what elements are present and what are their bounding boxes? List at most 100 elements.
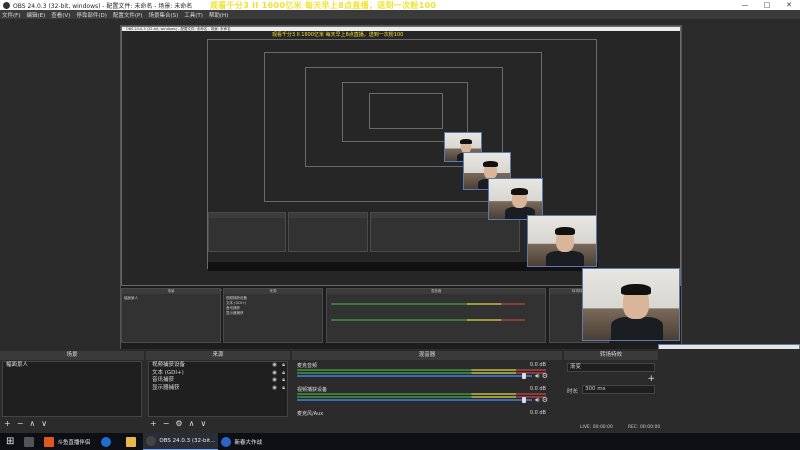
mixer-controls: 🔊︎ ⚙ [535, 372, 548, 381]
track-db: 0.0 dB [529, 362, 546, 368]
add-transition-button[interactable]: + [647, 374, 655, 384]
volume-meter [297, 393, 546, 395]
source-label: 显示器捕获 [152, 384, 180, 391]
webcam-thumb-5 [582, 268, 680, 341]
inner-source-2: 音讯捕获 [226, 306, 240, 310]
transition-select[interactable]: 渐变 [567, 363, 655, 372]
webcam-thumb-4 [527, 215, 597, 267]
mini-scenes-panel [208, 212, 286, 252]
taskbar-douyu[interactable]: 斗鱼直播伴侣 [41, 433, 93, 450]
lock-icon[interactable]: 🔒︎ [282, 385, 285, 393]
sources-dock: 来源 视频捕获设备 ◉ 🔒︎ 文本 (GDI+) ◉ 🔒︎ 音讯捕获 ◉ 🔒︎ … [146, 351, 290, 429]
stream-overlay-text: 观看千分3 II 1600亿米 每天早上8点直播，送到一次粉100 [210, 1, 437, 10]
source-item[interactable]: 显示器捕获 ◉ 🔒︎ [149, 385, 287, 393]
douyu-icon [44, 436, 55, 447]
inner-sources-header: 来源 [224, 289, 322, 294]
mixer-controls: 🔊︎ ⚙ [535, 396, 548, 405]
inner-scenes-panel: 场景 幅面景人 [121, 288, 221, 343]
menu-file[interactable]: 文件(F) [2, 11, 20, 19]
scenes-dock: 场景 幅面景人 + − ∧ ∨ [0, 351, 144, 429]
inner-source-3: 显示器捕获 [226, 311, 244, 315]
obs-logo-icon [3, 1, 10, 9]
scenes-toolbar: + − ∧ ∨ [2, 418, 142, 429]
start-button[interactable]: ⊞ [0, 433, 20, 450]
volume-meter [297, 396, 546, 398]
volume-fader[interactable] [297, 375, 532, 377]
eye-icon[interactable]: ◉ [272, 370, 277, 378]
move-scene-up-button[interactable]: ∧ [29, 419, 35, 428]
source-item[interactable]: 文本 (GDI+) ◉ 🔒︎ [149, 370, 287, 378]
taskbar-explorer[interactable] [122, 433, 143, 450]
nested-title: OBS 24.0.3 (32-bit, windows) - 配置文件: 未命名… [126, 27, 231, 31]
taskbar-obs[interactable]: OBS 24.0.3 (32-bit... [143, 433, 219, 450]
track-name: 麦克风/Aux [297, 411, 324, 417]
move-scene-down-button[interactable]: ∨ [41, 419, 47, 428]
obs-icon [146, 436, 157, 446]
taskbar-app-window[interactable] [20, 433, 41, 450]
track-db: 0.0 dB [529, 410, 546, 416]
volume-fader-handle[interactable] [522, 397, 526, 403]
nested-obs-level-1: OBS 24.0.3 (32-bit, windows) - 配置文件: 未命名… [121, 26, 681, 291]
scenes-dock-title: 场景 [0, 351, 144, 360]
source-label: 视频捕获设备 [152, 362, 186, 368]
inner-scenes-header: 场景 [122, 289, 220, 294]
volume-fader-handle[interactable] [522, 373, 526, 379]
mixer-track: 麦克风/Aux 0.0 dB [294, 409, 560, 421]
audio-mixer-dock: 混音器 麦克音频 0.0 dB 🔊︎ ⚙ 视频捕获设备 0.0 dB 🔊︎ ⚙ [292, 351, 562, 429]
move-source-up-button[interactable]: ∧ [189, 419, 195, 428]
menu-scene-collection[interactable]: 场景集合(S) [148, 11, 178, 19]
source-item[interactable]: 视频捕获设备 ◉ 🔒︎ [149, 362, 287, 370]
eye-icon[interactable]: ◉ [272, 362, 277, 370]
gear-icon[interactable]: ⚙ [542, 372, 548, 380]
gear-icon[interactable]: ⚙ [542, 396, 548, 404]
menu-profile[interactable]: 配置文件(P) [113, 11, 143, 19]
menu-view[interactable]: 查看(V) [51, 11, 70, 19]
lock-icon[interactable]: 🔒︎ [282, 370, 285, 378]
live-status: LIVE: 00:00:00 [580, 425, 613, 430]
speaker-icon[interactable]: 🔊︎ [535, 372, 539, 380]
inner-mixer-panel: 混音器 [326, 288, 546, 343]
lock-icon[interactable]: 🔒︎ [282, 362, 285, 370]
sources-dock-title: 来源 [146, 351, 290, 360]
source-label: 音讯捕获 [152, 377, 175, 383]
volume-fader[interactable] [297, 399, 532, 401]
mini-sources-panel [288, 212, 368, 252]
lock-icon[interactable]: 🔒︎ [282, 377, 285, 385]
duration-input[interactable]: 300 ms [582, 385, 655, 394]
remove-scene-button[interactable]: − [17, 419, 24, 428]
add-source-button[interactable]: + [150, 419, 157, 428]
minimize-button[interactable]: — [734, 1, 756, 9]
track-db: 0.0 dB [529, 386, 546, 392]
menu-docks[interactable]: 停靠部件(D) [76, 11, 107, 19]
nested-overlay-text: 观看千分3 II 1600亿米 每天早上8点直播，送到一次粉100 [272, 32, 404, 38]
source-item[interactable]: 音讯捕获 ◉ 🔒︎ [149, 377, 287, 385]
maximize-button[interactable]: □ [756, 1, 778, 9]
move-source-down-button[interactable]: ∨ [200, 419, 206, 428]
remove-source-button[interactable]: − [163, 419, 170, 428]
taskbar-edge[interactable] [93, 433, 122, 450]
menu-tools[interactable]: 工具(T) [184, 11, 203, 19]
volume-meter [297, 369, 546, 371]
nested-obs-level-6 [369, 93, 443, 129]
track-name: 视频捕获设备 [297, 387, 328, 393]
speaker-icon[interactable]: 🔊︎ [535, 396, 539, 404]
eye-icon[interactable]: ◉ [272, 385, 277, 393]
inner-mixer-header: 混音器 [327, 289, 545, 294]
taskbar-new-year[interactable]: 新春大作战 [218, 433, 265, 450]
add-scene-button[interactable]: + [4, 419, 11, 428]
scene-item[interactable]: 幅面景人 [3, 362, 141, 370]
transitions-dock: 转场特效 渐变 + 时长 300 ms [564, 351, 658, 429]
preview-area: OBS 24.0.3 (32-bit, windows) - 配置文件: 未命名… [0, 19, 800, 444]
transitions-dock-title: 转场特效 [564, 351, 658, 360]
edge-icon [101, 436, 112, 447]
source-properties-gear-icon[interactable]: ⚙ [175, 419, 182, 428]
mixer-track: 麦克音频 0.0 dB 🔊︎ ⚙ [294, 361, 560, 385]
eye-icon[interactable]: ◉ [272, 377, 277, 385]
folder-icon [126, 436, 137, 447]
close-button[interactable]: ✕ [778, 1, 800, 9]
scenes-list: 幅面景人 [2, 361, 142, 417]
taskbar-label: 斗鱼直播伴侣 [57, 439, 91, 446]
inner-meter-2 [331, 319, 525, 321]
inner-source-0: 视频捕获设备 [226, 296, 247, 300]
menu-edit[interactable]: 编辑(E) [26, 11, 45, 19]
